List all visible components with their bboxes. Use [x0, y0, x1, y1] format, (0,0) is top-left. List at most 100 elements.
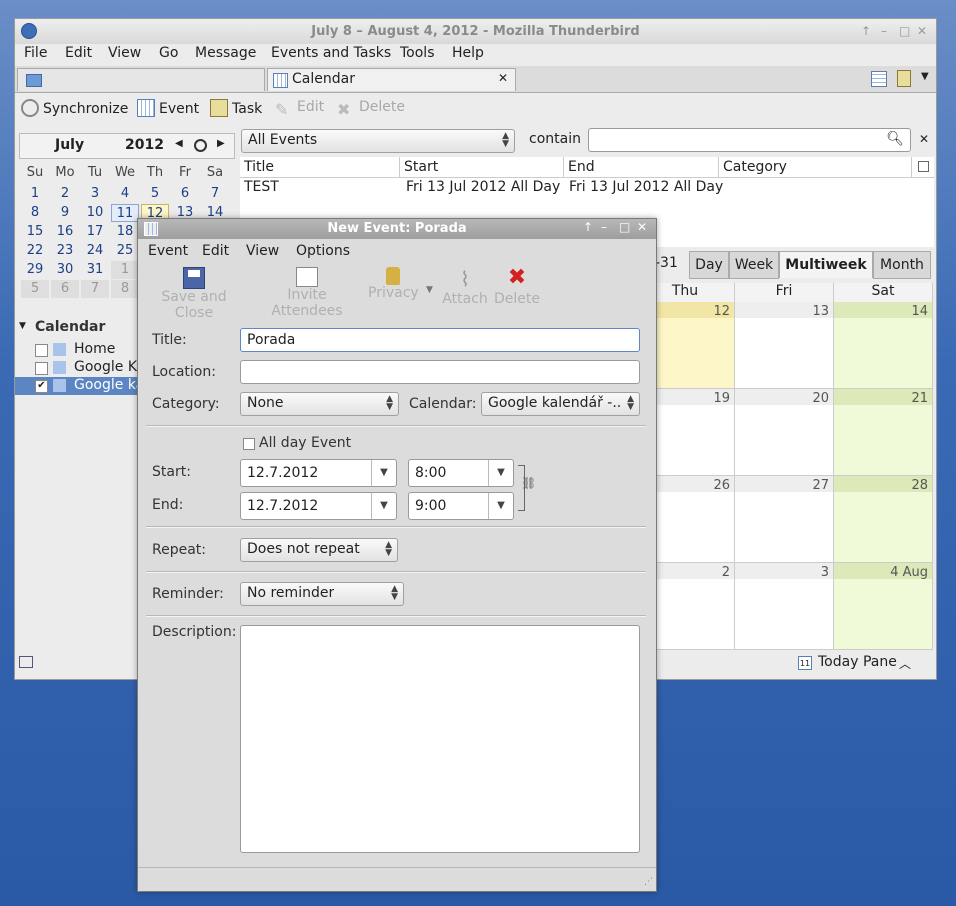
- collapse-icon[interactable]: ▼: [19, 321, 26, 331]
- mini-month-day[interactable]: 9: [51, 204, 79, 222]
- privacy-dropdown-icon[interactable]: ▼: [426, 285, 433, 295]
- dialog-menu-edit[interactable]: Edit: [202, 243, 229, 259]
- end-time-input[interactable]: 9:00 ▼: [408, 492, 514, 520]
- calendar-select[interactable]: Google kalendář -... ▲ ▼: [481, 392, 640, 416]
- reminder-select[interactable]: No reminder ▲ ▼: [240, 582, 404, 606]
- day-cell[interactable]: 21: [834, 389, 933, 476]
- day-cell[interactable]: 4 Aug: [834, 563, 933, 650]
- attach-button[interactable]: ⌇ Attach: [440, 267, 490, 307]
- mini-month-day[interactable]: 8: [111, 280, 139, 298]
- tab-day[interactable]: Day: [689, 251, 729, 279]
- mini-month-day[interactable]: 6: [171, 185, 199, 203]
- mini-month-day[interactable]: 3: [81, 185, 109, 203]
- today-pane-label[interactable]: Today Pane: [818, 654, 897, 670]
- dialog-delete-button[interactable]: ✖ Delete: [492, 267, 542, 308]
- day-cell[interactable]: 13: [735, 302, 834, 389]
- mini-month-day[interactable]: 4: [111, 185, 139, 203]
- day-cell[interactable]: 20: [735, 389, 834, 476]
- dialog-menu-options[interactable]: Options: [296, 243, 350, 259]
- privacy-button[interactable]: Privacy: [368, 267, 419, 301]
- mini-month-day[interactable]: 1: [21, 185, 49, 203]
- calendar-checkbox[interactable]: [35, 362, 48, 375]
- chevron-down-icon[interactable]: ▼: [371, 493, 396, 519]
- status-icon[interactable]: [19, 656, 33, 668]
- dialog-menu-event[interactable]: Event: [148, 243, 188, 259]
- chevron-down-icon[interactable]: ▼: [488, 460, 513, 486]
- day-cell[interactable]: 28: [834, 476, 933, 563]
- mini-month-day[interactable]: 6: [51, 280, 79, 298]
- menu-help[interactable]: Help: [452, 45, 484, 61]
- tab-close-icon[interactable]: ✕: [498, 71, 508, 85]
- search-icon[interactable]: 🔍︎: [886, 131, 904, 147]
- menu-events-and-tasks[interactable]: Events and Tasks: [271, 45, 391, 61]
- calendar-view-icon[interactable]: [871, 71, 887, 87]
- edit-button[interactable]: ✎ Edit: [275, 99, 324, 119]
- mini-month-day[interactable]: 22: [21, 242, 49, 260]
- column-start[interactable]: Start: [400, 157, 564, 177]
- calendar-item-google-1[interactable]: Google Ka: [15, 359, 140, 377]
- repeat-select[interactable]: Does not repeat ▲ ▼: [240, 538, 398, 562]
- today-circle-icon[interactable]: [194, 139, 207, 152]
- chevron-up-icon[interactable]: ︿: [899, 655, 911, 672]
- mini-month-day[interactable]: 17: [81, 223, 109, 241]
- new-task-button[interactable]: Task: [210, 99, 262, 117]
- dialog-close-icon[interactable]: ✕: [637, 220, 647, 234]
- menu-file[interactable]: File: [24, 45, 47, 61]
- save-and-close-button[interactable]: Save and Close: [142, 267, 246, 321]
- up-icon[interactable]: ↑: [861, 24, 871, 38]
- description-textarea[interactable]: [240, 625, 640, 853]
- mini-month-day[interactable]: 10: [81, 204, 109, 222]
- menu-edit[interactable]: Edit: [65, 45, 92, 61]
- column-picker-icon[interactable]: [918, 161, 929, 172]
- mini-month-day[interactable]: 31: [81, 261, 109, 279]
- mini-month-day[interactable]: 25: [111, 242, 139, 260]
- mini-month-day[interactable]: 5: [21, 280, 49, 298]
- mini-month-day[interactable]: 5: [141, 185, 169, 203]
- menu-tools[interactable]: Tools: [400, 45, 435, 61]
- prev-month-icon[interactable]: ◀: [175, 138, 183, 149]
- category-select[interactable]: None ▲ ▼: [240, 392, 399, 416]
- column-end[interactable]: End: [564, 157, 719, 177]
- tab-multiweek[interactable]: Multiweek: [779, 251, 873, 278]
- mini-month-day[interactable]: 23: [51, 242, 79, 260]
- mini-month-day[interactable]: 30: [51, 261, 79, 279]
- mini-month-day[interactable]: 15: [21, 223, 49, 241]
- tab-week[interactable]: Week: [729, 251, 779, 279]
- calendar-checkbox-checked[interactable]: ✔: [35, 380, 48, 393]
- mini-month-name[interactable]: July: [55, 137, 84, 153]
- chevron-down-icon[interactable]: ▼: [488, 493, 513, 519]
- mini-month-year[interactable]: 2012: [125, 137, 164, 153]
- start-time-input[interactable]: 8:00 ▼: [408, 459, 514, 487]
- mini-month-day[interactable]: 11: [111, 204, 139, 222]
- calendar-item-google-2[interactable]: ✔ Google ka: [15, 377, 140, 395]
- end-date-input[interactable]: 12.7.2012 ▼: [240, 492, 397, 520]
- dialog-menu-view[interactable]: View: [246, 243, 279, 259]
- calendar-item-home[interactable]: Home: [15, 341, 140, 359]
- maximize-icon[interactable]: □: [899, 24, 910, 38]
- chevron-down-icon[interactable]: ▼: [921, 71, 929, 82]
- mini-month-day[interactable]: 7: [81, 280, 109, 298]
- table-row[interactable]: TEST Fri 13 Jul 2012 All Day Fri 13 Jul …: [240, 179, 934, 199]
- calendar-checkbox[interactable]: [35, 344, 48, 357]
- close-filter-icon[interactable]: ✕: [919, 132, 929, 146]
- mini-month-day[interactable]: 24: [81, 242, 109, 260]
- synchronize-button[interactable]: Synchronize: [21, 99, 128, 117]
- day-cell[interactable]: 27: [735, 476, 834, 563]
- title-input[interactable]: Porada: [240, 328, 640, 352]
- mini-month-day[interactable]: 8: [21, 204, 49, 222]
- all-day-checkbox[interactable]: [243, 438, 255, 450]
- delete-button[interactable]: ✖ Delete: [337, 99, 405, 119]
- mini-month-day[interactable]: 1: [111, 261, 139, 279]
- new-event-button[interactable]: Event: [137, 99, 199, 117]
- next-month-icon[interactable]: ▶: [217, 138, 225, 149]
- event-search-input[interactable]: 🔍︎: [588, 128, 911, 152]
- mini-month-day[interactable]: 18: [111, 223, 139, 241]
- column-title[interactable]: Title: [240, 157, 400, 177]
- tab-mail[interactable]: [17, 68, 265, 91]
- menu-message[interactable]: Message: [195, 45, 256, 61]
- resize-grip-icon[interactable]: ⋰: [644, 877, 653, 887]
- tasks-icon[interactable]: [897, 70, 911, 87]
- tab-month[interactable]: Month: [873, 251, 931, 279]
- mini-month-day[interactable]: 29: [21, 261, 49, 279]
- dialog-up-icon[interactable]: ↑: [583, 220, 593, 234]
